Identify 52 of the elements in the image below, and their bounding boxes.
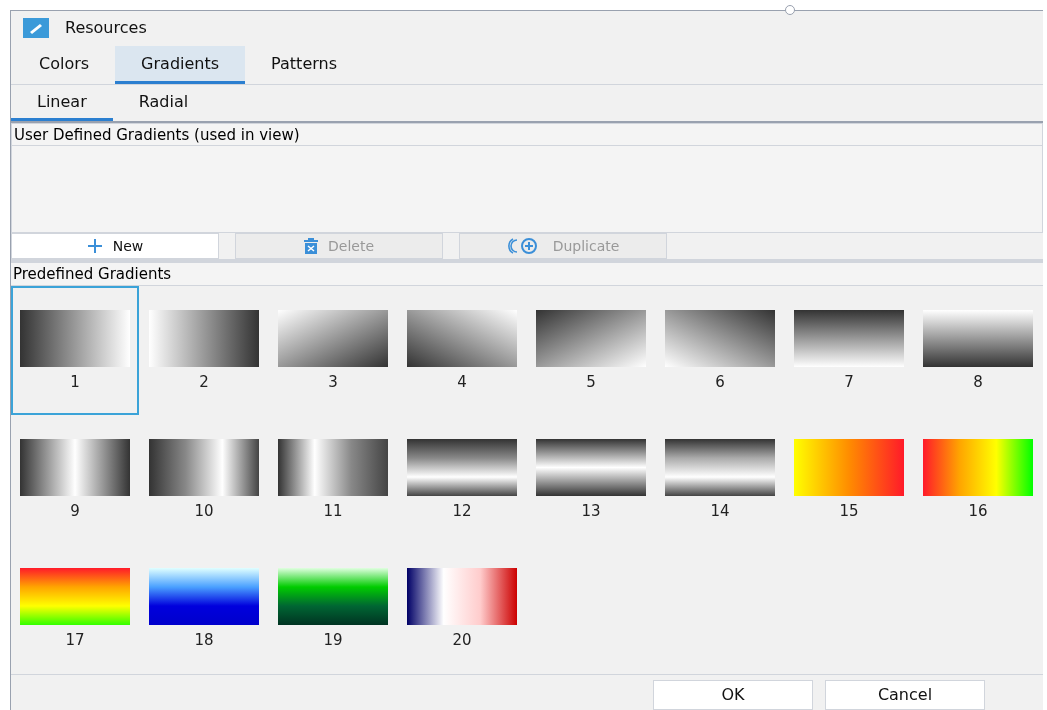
pencil-icon <box>23 18 49 39</box>
swatch-label: 18 <box>194 630 214 652</box>
gradient-swatch-item[interactable]: 9 <box>11 415 139 545</box>
tab[interactable]: Patterns <box>245 45 363 85</box>
swatch-label: 5 <box>586 372 596 394</box>
swatch-label: 3 <box>328 372 338 394</box>
swatch-label: 11 <box>323 501 343 523</box>
gradient-swatch-item[interactable]: 6 <box>656 286 784 416</box>
gradient-swatch-item[interactable]: 18 <box>140 544 268 674</box>
gradient-swatch-item[interactable]: 14 <box>656 415 784 545</box>
gradient-swatch-item[interactable]: 19 <box>269 544 397 674</box>
gradient-swatch-item[interactable]: 5 <box>527 286 655 416</box>
gradient-swatch-item[interactable]: 10 <box>140 415 268 545</box>
gradient-swatch-item[interactable]: 13 <box>527 415 655 545</box>
swatch-label: 1 <box>70 372 80 394</box>
swatch-label: 6 <box>715 372 725 394</box>
tab[interactable]: Radial <box>112 85 215 122</box>
gradient-swatch-item[interactable]: 15 <box>785 415 913 545</box>
swatch-label: 4 <box>457 372 467 394</box>
swatch-label: 13 <box>581 501 601 523</box>
swatch-label: 12 <box>452 501 472 523</box>
swatch-label: 2 <box>199 372 209 394</box>
gradient-swatch-item[interactable]: 4 <box>398 286 526 416</box>
gradient-swatch-item[interactable]: 17 <box>11 544 139 674</box>
swatch-label: 15 <box>839 501 859 523</box>
swatch-label: 20 <box>452 630 472 652</box>
section-header: User Defined Gradients (used in view) <box>12 124 1042 147</box>
swatch-label: 19 <box>323 630 343 652</box>
gradient-swatch-item[interactable]: 3 <box>269 286 397 416</box>
swatch-label: 7 <box>844 372 854 394</box>
window-title: Resources <box>65 17 147 40</box>
gradient-swatch-item[interactable]: 20 <box>398 544 526 674</box>
gradient-swatch-item[interactable]: 2 <box>140 286 268 416</box>
swatch-label: 17 <box>65 630 85 652</box>
tab[interactable]: Colors <box>13 45 116 85</box>
swatch-label: 16 <box>968 501 988 523</box>
gradient-swatch-item[interactable]: 7 <box>785 286 913 416</box>
gradient-swatch-item[interactable]: 8 <box>914 286 1042 416</box>
tab[interactable]: Gradients <box>115 45 246 85</box>
gradient-swatch-item[interactable]: 16 <box>914 415 1042 545</box>
swatch-label: 14 <box>710 501 730 523</box>
action-button[interactable]: New <box>11 233 219 260</box>
swatch-label: 9 <box>70 501 80 523</box>
swatch-label: 8 <box>973 372 983 394</box>
gradient-swatch-item[interactable]: 11 <box>269 415 397 545</box>
plus-icon <box>86 238 103 255</box>
swatch-label: 10 <box>194 501 214 523</box>
dialog-button[interactable]: Cancel <box>825 680 985 710</box>
gradient-swatch-item[interactable]: 1 <box>11 286 139 416</box>
dialog-button[interactable]: OK <box>653 680 813 710</box>
gradient-swatch-item[interactable]: 12 <box>398 415 526 545</box>
trash-icon <box>304 238 318 255</box>
